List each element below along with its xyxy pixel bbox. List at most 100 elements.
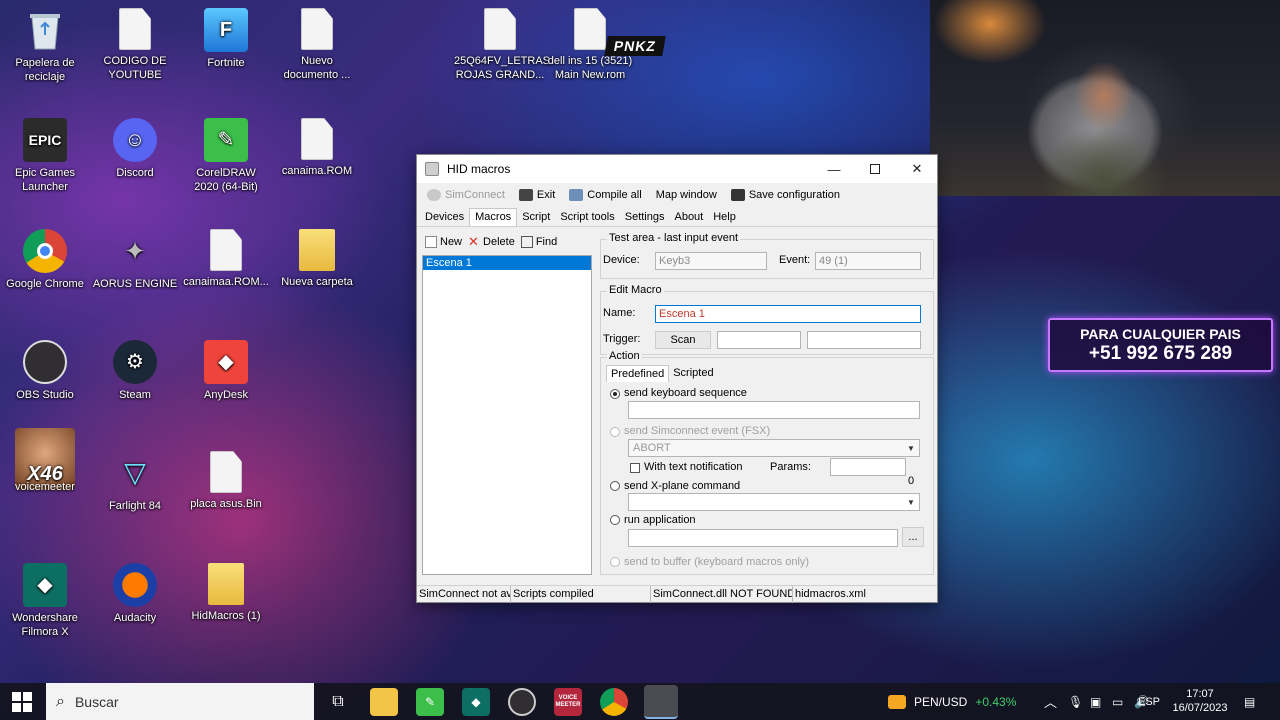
desktop-icon-audacity[interactable]: Audacity [92,563,178,625]
close-button[interactable]: ✕ [895,155,939,183]
send-simconnect-radio[interactable] [610,427,620,437]
coreldraw-taskbar-icon[interactable]: ✎ [416,688,444,716]
desktop-icon-aorus-engine[interactable]: ✦ AORUS ENGINE [92,229,178,291]
desktop-icon-recycle-bin[interactable]: Papelera de reciclaje [2,8,88,84]
aorus-icon: ✦ [124,236,146,266]
microphone-icon[interactable]: 🎙 [1068,683,1083,720]
folder-icon [299,229,335,271]
desktop-icon-nueva-carpeta[interactable]: Nueva carpeta [274,229,360,289]
event-field[interactable]: 49 (1) [815,252,921,270]
run-application-radio[interactable] [610,515,620,525]
desktop-icon-google-chrome[interactable]: Google Chrome [2,229,88,291]
voicemeeter-taskbar-icon[interactable]: VOICE MEETER [554,688,582,716]
xplane-command-select[interactable]: ▼ [628,493,920,511]
desktop-icon-fortnite[interactable]: F Fortnite [183,8,269,70]
tab-help[interactable]: Help [708,209,741,226]
tab-predefined[interactable]: Predefined [606,365,670,382]
epic-games-icon: EPIC [23,118,67,162]
coreldraw-icon: ✎ [204,118,248,162]
list-item[interactable]: Escena 1 [423,256,591,270]
desktop-icon-epic-games[interactable]: EPIC Epic Games Launcher [2,118,88,194]
device-field[interactable]: Keyb3 [655,252,767,270]
params-input[interactable] [830,458,906,476]
desktop-icon-steam[interactable]: ⚙ Steam [92,340,178,402]
desktop-icon-anydesk[interactable]: ◆ AnyDesk [183,340,269,402]
keyboard-sequence-input[interactable] [628,401,920,419]
simconnect-icon [427,189,441,201]
network-icon[interactable]: ▭ [1112,683,1123,720]
status-config-file: hidmacros.xml [795,588,866,600]
language-indicator[interactable]: ESP [1138,683,1160,720]
simconnect-button[interactable]: SimConnect [421,184,511,206]
exit-icon [518,189,533,201]
filmora-taskbar-icon[interactable]: ◆ [462,688,490,716]
exit-button[interactable]: Exit [513,184,561,206]
macro-name-input[interactable]: Escena 1 [655,305,921,323]
chrome-taskbar-icon[interactable] [600,688,628,716]
scan-button[interactable]: Scan [655,331,711,349]
desktop-icon-nuevo-documento[interactable]: Nuevo documento ... [274,8,360,82]
desktop-icon-coreldraw[interactable]: ✎ CorelDRAW 2020 (64-Bit) [183,118,269,194]
minimize-button[interactable]: — [812,155,856,183]
map-window-button[interactable]: Map window [650,184,723,206]
tab-script[interactable]: Script [517,209,555,226]
currency-widget[interactable]: PEN/USD +0.43% [888,683,1016,720]
tab-scripted[interactable]: Scripted [669,365,717,382]
streamer-image [1040,60,1170,196]
compile-all-button[interactable]: Compile all [563,184,647,206]
desktop-icon-obs-studio[interactable]: OBS Studio [2,340,88,402]
tab-script-tools[interactable]: Script tools [555,209,619,226]
trigger-field-2[interactable] [807,331,921,349]
desktop-icon-hidmacros[interactable]: HidMacros (1) [183,563,269,623]
tray-app-icon[interactable]: ▣ [1090,683,1101,720]
start-button[interactable] [12,692,32,712]
discord-icon: ☺ [113,118,157,162]
find-macro-button[interactable]: Find [520,236,557,248]
hidmacros-taskbar-icon[interactable] [644,685,678,719]
macros-list[interactable]: Escena 1 [422,255,592,575]
taskbar-search[interactable]: ⌕ Buscar [46,683,314,720]
desktop-icon-filmora[interactable]: ◆ Wondershare Filmora X [2,563,88,639]
save-configuration-button[interactable]: Save configuration [725,184,846,206]
desktop-icon-voicemeeter[interactable]: X46 voicemeeter [2,428,88,494]
notifications-icon[interactable]: ▤ [1244,683,1255,720]
desktop-icon-canaimaa-rom[interactable]: canaimaa.ROM... [183,229,269,289]
simconnect-event-select[interactable]: ABORT ▼ [628,439,920,457]
tab-about[interactable]: About [669,209,708,226]
delete-macro-button[interactable]: ✕ Delete [468,235,515,248]
send-xplane-radio[interactable] [610,481,620,491]
chevron-down-icon: ▼ [907,497,915,507]
desktop-icon-25q64fv[interactable]: 25Q64FV_LETRAS ROJAS GRAND... [454,8,550,82]
macros-panel: New ✕ Delete Find Escena 1 [421,231,593,575]
file-explorer-icon[interactable] [370,688,398,716]
application-path-input[interactable] [628,529,898,547]
desktop-icon-placa-asus[interactable]: placa asus.Bin [183,451,269,511]
tab-devices[interactable]: Devices [420,209,469,226]
window-titlebar[interactable]: HID macros — ✕ [417,155,937,183]
main-toolbar: SimConnect Exit Compile all Map window S… [417,183,937,207]
desktop-icon-canaima-rom[interactable]: canaima.ROM [274,118,360,178]
trigger-field-1[interactable] [717,331,801,349]
tab-macros[interactable]: Macros [469,208,518,226]
desktop-icon-codigo-youtube[interactable]: CODIGO DE YOUTUBE [92,8,178,82]
main-tabs: Devices Macros Script Script tools Setti… [417,207,937,227]
maximize-button[interactable] [853,155,897,183]
send-to-buffer-radio[interactable] [610,557,620,567]
farlight-icon: ▽ [124,457,146,488]
status-scripts: Scripts compiled [511,586,651,603]
send-keyboard-radio[interactable] [610,389,620,399]
task-view-icon[interactable]: ⧉ [324,688,352,716]
taskbar-clock[interactable]: 17:07 16/07/2023 [1168,687,1232,715]
macros-toolbar: New ✕ Delete Find [421,231,593,253]
desktop-icon-farlight[interactable]: ▽ Farlight 84 [92,451,178,513]
compile-icon [569,189,584,201]
desktop-icon-discord[interactable]: ☺ Discord [92,118,178,180]
new-macro-button[interactable]: New [425,236,462,248]
tab-settings[interactable]: Settings [620,209,670,226]
browse-button[interactable]: ... [902,527,924,547]
show-hidden-icons-chevron[interactable]: ︿ [1044,683,1057,720]
window-title: HID macros [447,162,511,176]
obs-taskbar-icon[interactable] [508,688,536,716]
status-bar: SimConnect not av Scripts compiled SimCo… [417,585,937,603]
text-notification-checkbox[interactable] [630,463,640,473]
